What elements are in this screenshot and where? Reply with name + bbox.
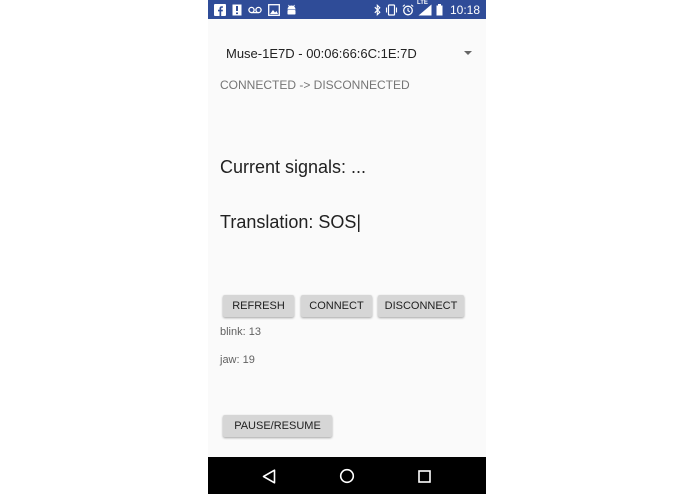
jaw-count: jaw: 19 xyxy=(220,354,255,366)
connect-button[interactable]: CONNECT xyxy=(301,295,372,317)
device-spinner[interactable]: Muse-1E7D - 00:06:66:6C:1E:7D xyxy=(226,45,472,65)
notification-icons xyxy=(214,3,297,16)
recents-icon[interactable] xyxy=(415,467,433,485)
home-icon[interactable] xyxy=(338,467,356,485)
blink-count: blink: 13 xyxy=(220,326,261,338)
disconnect-button[interactable]: DISCONNECT xyxy=(378,295,464,317)
voicemail-icon xyxy=(248,3,262,16)
notification-icon xyxy=(232,3,242,16)
translation-text: Translation: SOS| xyxy=(220,212,362,232)
app-screen: LTE 10:18 Muse-1E7D - 00:06:66:6C:1E:7D … xyxy=(208,0,486,494)
vibrate-icon xyxy=(385,3,398,16)
dropdown-arrow-icon xyxy=(464,51,472,55)
connection-status: CONNECTED -> DISCONNECTED xyxy=(220,78,410,92)
network-label: LTE xyxy=(416,0,428,6)
status-time: 10:18 xyxy=(449,2,480,17)
system-icons: LTE 10:18 xyxy=(374,0,480,19)
current-signals-text: Current signals: ... xyxy=(220,157,367,177)
facebook-icon xyxy=(214,3,226,16)
navigation-bar xyxy=(208,457,486,494)
android-icon xyxy=(286,3,297,16)
back-icon[interactable] xyxy=(260,467,278,485)
alarm-icon xyxy=(402,3,414,16)
refresh-button[interactable]: REFRESH xyxy=(223,295,294,317)
status-bar: LTE 10:18 xyxy=(208,0,486,19)
pause-resume-button[interactable]: PAUSE/RESUME xyxy=(223,415,332,437)
image-icon xyxy=(268,3,280,16)
signal-icon: LTE xyxy=(416,0,432,16)
device-spinner-value: Muse-1E7D - 00:06:66:6C:1E:7D xyxy=(226,46,417,61)
bluetooth-icon xyxy=(374,3,381,16)
battery-icon xyxy=(436,3,443,16)
